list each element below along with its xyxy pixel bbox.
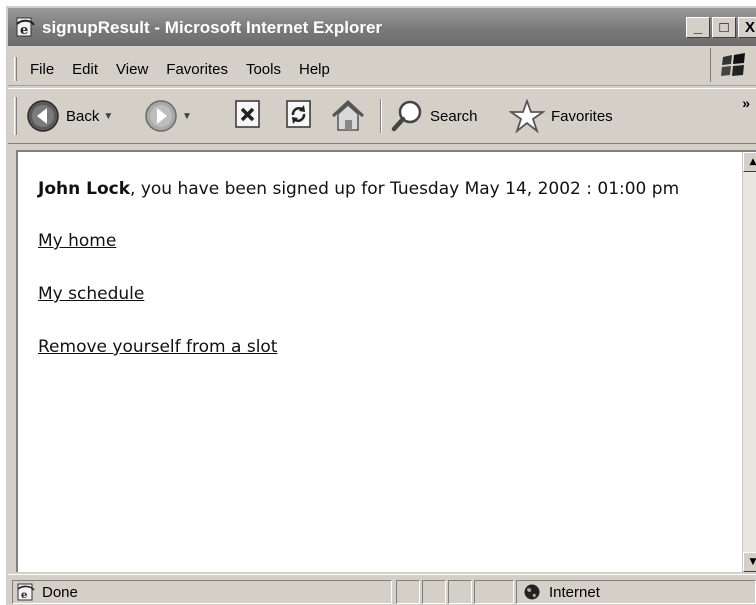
favorites-star-icon xyxy=(509,99,545,133)
window-title: signupResult - Microsoft Internet Explor… xyxy=(42,18,383,37)
close-button[interactable]: X xyxy=(738,17,756,38)
windows-logo-icon xyxy=(721,53,745,76)
signup-result-page: John Lock, you have been signed up for T… xyxy=(38,178,738,358)
svg-text:e: e xyxy=(21,590,27,601)
status-main-pane: e Done xyxy=(12,580,392,604)
throbber-frame xyxy=(710,48,756,82)
status-pane-progress xyxy=(396,580,420,604)
page-done-icon: e xyxy=(17,583,35,601)
minimize-button[interactable]: _ xyxy=(686,17,710,38)
svg-text:e: e xyxy=(20,23,28,38)
scroll-down-arrow-icon[interactable]: ▼ xyxy=(743,552,756,572)
forward-button[interactable]: ▼ xyxy=(144,99,192,133)
page-content: John Lock, you have been signed up for T… xyxy=(16,150,756,572)
status-bar: e Done Internet xyxy=(8,574,756,605)
toolbar-overflow-chevron[interactable]: » xyxy=(742,95,750,111)
home-icon xyxy=(331,99,365,131)
menu-file[interactable]: File xyxy=(26,61,63,78)
refresh-icon xyxy=(286,100,311,128)
vertical-scrollbar[interactable]: ▲ ▼ xyxy=(742,152,756,572)
menu-grip[interactable] xyxy=(14,57,17,81)
refresh-button[interactable] xyxy=(284,99,314,129)
user-name: John Lock xyxy=(38,179,131,199)
favorites-label: Favorites xyxy=(551,107,613,125)
menu-view[interactable]: View xyxy=(107,61,157,78)
back-arrow-icon xyxy=(27,100,59,132)
menu-bar: File Edit View Favorites Tools Help xyxy=(8,48,756,86)
home-button[interactable] xyxy=(330,99,366,133)
my-schedule-link[interactable]: My schedule xyxy=(38,283,144,305)
internet-globe-icon xyxy=(524,584,540,600)
search-magnifier-icon xyxy=(391,100,422,132)
ie-page-icon: e xyxy=(16,17,35,38)
back-label: Back xyxy=(66,107,100,125)
toolbar-grip[interactable] xyxy=(14,97,17,135)
search-button[interactable]: Search xyxy=(390,99,478,133)
menu-tools[interactable]: Tools xyxy=(237,61,290,78)
stop-icon xyxy=(235,100,260,128)
menu-tools-label: Tools xyxy=(245,61,281,78)
signup-message-text: , you have been signed up for Tuesday Ma… xyxy=(130,179,680,199)
stop-button[interactable] xyxy=(233,99,263,129)
maximize-button[interactable]: □ xyxy=(712,17,736,38)
signup-confirmation-message: John Lock, you have been signed up for T… xyxy=(38,178,738,200)
menu-favorites-label: Favorites xyxy=(166,61,228,78)
search-label: Search xyxy=(430,107,478,125)
menu-file-label: File xyxy=(30,61,55,78)
status-text: Done xyxy=(42,583,78,601)
browser-window: e signupResult - Microsoft Internet Expl… xyxy=(6,6,756,605)
back-button[interactable]: Back ▼ xyxy=(26,99,113,133)
status-zone-pane[interactable]: Internet xyxy=(516,580,756,604)
scroll-up-arrow-icon[interactable]: ▲ xyxy=(743,152,756,172)
status-pane-privacy xyxy=(448,580,472,604)
status-pane-lock xyxy=(422,580,446,604)
menu-edit-label: Edit xyxy=(72,61,99,78)
forward-arrow-icon xyxy=(145,100,177,132)
forward-dropdown-icon[interactable]: ▼ xyxy=(182,111,192,122)
remove-from-slot-link[interactable]: Remove yourself from a slot xyxy=(38,336,277,358)
status-pane-extra xyxy=(474,580,514,604)
title-bar[interactable]: e signupResult - Microsoft Internet Expl… xyxy=(8,8,756,46)
menu-help[interactable]: Help xyxy=(290,61,339,78)
menu-edit[interactable]: Edit xyxy=(63,61,107,78)
standard-toolbar: Back ▼ ▼ Search Favorites » xyxy=(8,88,756,144)
menu-view-label: View xyxy=(116,61,149,78)
zone-text: Internet xyxy=(549,583,600,601)
menu-favorites[interactable]: Favorites xyxy=(157,61,237,78)
menu-items: File Edit View Favorites Tools Help xyxy=(26,61,339,78)
toolbar-separator xyxy=(380,99,382,133)
my-home-link[interactable]: My home xyxy=(38,230,116,252)
favorites-button[interactable]: Favorites xyxy=(509,99,613,133)
back-dropdown-icon[interactable]: ▼ xyxy=(103,111,113,122)
menu-help-label: Help xyxy=(299,61,330,78)
window-controls: _ □ X xyxy=(686,17,756,39)
